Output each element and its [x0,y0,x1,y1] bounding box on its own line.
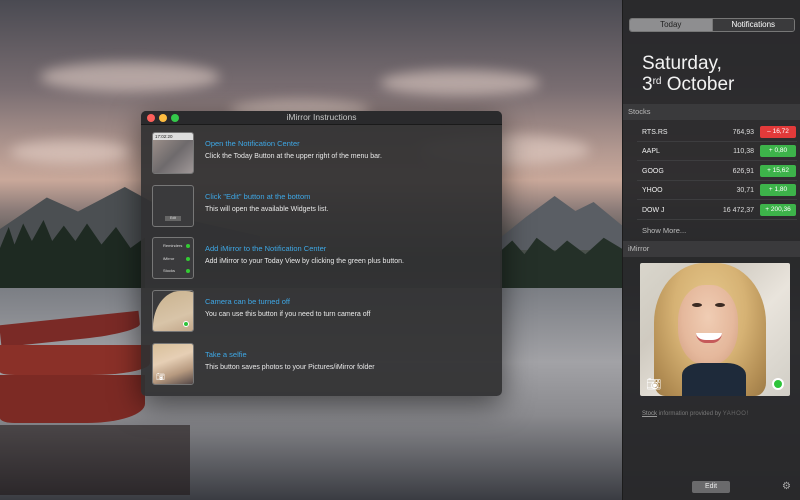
tab-today[interactable]: Today [630,19,712,31]
edit-widgets-button[interactable]: Edit [692,481,730,493]
instruction-step-4: Camera can be turned off You can use thi… [152,290,492,334]
step-5-thumbnail: 📷︎ [152,343,194,385]
stock-symbol: RTS.RS [642,129,668,136]
stock-row-yhoo[interactable]: YHOO 30,71 + 1,80 [637,181,797,201]
step-2-thumbnail: Edit [152,185,194,227]
stock-change-badge[interactable]: + 1,80 [760,184,796,197]
step-description: This button saves photos to your Picture… [205,364,375,371]
stock-symbol: DOW J [642,206,665,214]
show-more-link[interactable]: Show More... [642,226,686,235]
date-day-month: 3rd October [642,74,735,95]
stock-change-badge[interactable]: + 15,62 [760,164,796,177]
stock-price: 16 472,37 [722,206,754,214]
instruction-step-1: 17:02:20 Open the Notification Center Cl… [152,132,492,176]
stock-row-aapl[interactable]: AAPL 110,38 + 0,80 [637,142,797,162]
step-title: Take a selfie [205,350,247,359]
imirror-camera-preview: 📷︎ [640,263,790,396]
step-title: Add iMirror to the Notification Center [205,244,327,253]
stock-row-rts-rs[interactable]: RTS.RS 764,93 – 16,72 [637,123,797,142]
imirror-widget-header: iMirror [623,241,800,257]
camera-icon: 📷︎ [156,374,165,381]
take-selfie-camera-icon[interactable]: 📷︎ [646,377,661,391]
window-titlebar[interactable]: iMirror Instructions [141,111,502,125]
stock-symbol: GOOG [642,167,664,175]
stock-price: 30,71 [736,187,754,195]
stock-credit-link[interactable]: Stock [642,411,657,417]
stock-symbol: YHOO [642,187,663,195]
stock-symbol: AAPL [642,148,660,156]
today-notifications-switch: Today Notifications [629,18,795,32]
stock-change-badge[interactable]: + 200,36 [760,203,796,216]
camera-toggle-button[interactable] [772,378,784,390]
step-3-thumbnail: Reminders iMirror Stocks [152,237,194,279]
stock-change-badge[interactable]: + 0,80 [760,145,796,158]
camera-toggle-icon [183,321,189,327]
settings-gear-icon[interactable]: ⚙ [782,481,791,492]
step-description: Add iMirror to your Today View by clicki… [205,258,404,265]
stock-price: 626,91 [732,167,754,175]
stock-row-goog[interactable]: GOOG 626,91 + 15,62 [637,162,797,181]
step-title: Click "Edit" button at the bottom [205,192,311,201]
step-title: Camera can be turned off [205,297,290,306]
stock-change-badge[interactable]: – 16,72 [760,126,796,138]
stock-price: 764,93 [732,129,754,136]
tab-notifications[interactable]: Notifications [711,19,794,31]
stock-price: 110,38 [733,148,754,156]
date-weekday: Saturday, [642,53,722,74]
step-4-thumbnail [152,290,194,332]
window-title: iMirror Instructions [286,112,357,122]
imirror-instructions-window: iMirror Instructions 17:02:20 Open the N… [141,111,502,396]
step-title: Open the Notification Center [205,139,300,148]
step-description: Click the Today Button at the upper righ… [205,153,382,160]
stocks-widget-header: Stocks [623,104,800,120]
instruction-step-5: 📷︎ Take a selfie This button saves photo… [152,343,492,387]
step-description: You can use this button if you need to t… [205,311,371,318]
stock-credit: Stock information provided by YAHOO! [642,411,749,417]
step-1-thumbnail: 17:02:20 [152,132,194,174]
notification-center-panel: Today Notifications Saturday, 3rd Octobe… [622,0,800,500]
instruction-step-3: Reminders iMirror Stocks Add iMirror to … [152,237,492,281]
stock-row-dow-j[interactable]: DOW J 16 472,37 + 200,36 [637,201,797,220]
step-description: This will open the available Widgets lis… [205,206,329,213]
instruction-step-2: Edit Click "Edit" button at the bottom T… [152,185,492,229]
